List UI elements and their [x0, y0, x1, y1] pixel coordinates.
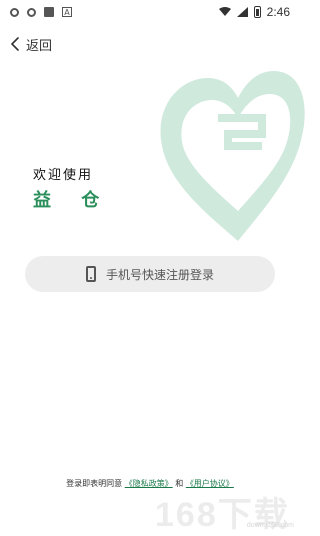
status-right: 2:46 — [218, 5, 290, 19]
notification-dot-icon — [27, 7, 36, 17]
notification-dot-icon — [10, 7, 19, 17]
image-icon — [44, 7, 54, 17]
phone-login-button[interactable]: 手机号快速注册登录 — [25, 256, 275, 292]
signal-icon — [236, 7, 248, 17]
heart-logo-icon — [160, 71, 305, 241]
wifi-icon — [218, 7, 231, 16]
app-name: 益 仓 — [33, 190, 112, 211]
a-icon: A — [62, 7, 72, 17]
privacy-policy-link[interactable]: 《隐私政策》 — [125, 479, 173, 488]
user-agreement-link[interactable]: 《用户协议》 — [186, 479, 234, 488]
battery-icon — [253, 6, 261, 18]
phone-icon — [85, 266, 96, 282]
agreement-connector: 和 — [175, 479, 184, 488]
status-bar: A 2:46 — [0, 0, 300, 24]
watermark-sub: down.i168.com — [246, 522, 294, 529]
status-time: 2:46 — [266, 5, 290, 19]
chevron-left-icon — [11, 37, 19, 51]
agreement-prefix: 登录即表明同意 — [66, 479, 123, 488]
watermark: 168下载 down.i168.com — [155, 487, 300, 534]
agreement-text: 登录即表明同意 《隐私政策》 和 《用户协议》 — [0, 478, 300, 489]
status-left: A — [10, 7, 72, 17]
watermark-main: 168下载 — [155, 496, 290, 534]
back-button[interactable]: 返回 — [10, 34, 52, 54]
welcome-greeting: 欢迎使用 — [33, 168, 94, 183]
back-label: 返回 — [26, 38, 53, 54]
phone-login-label: 手机号快速注册登录 — [105, 267, 214, 282]
